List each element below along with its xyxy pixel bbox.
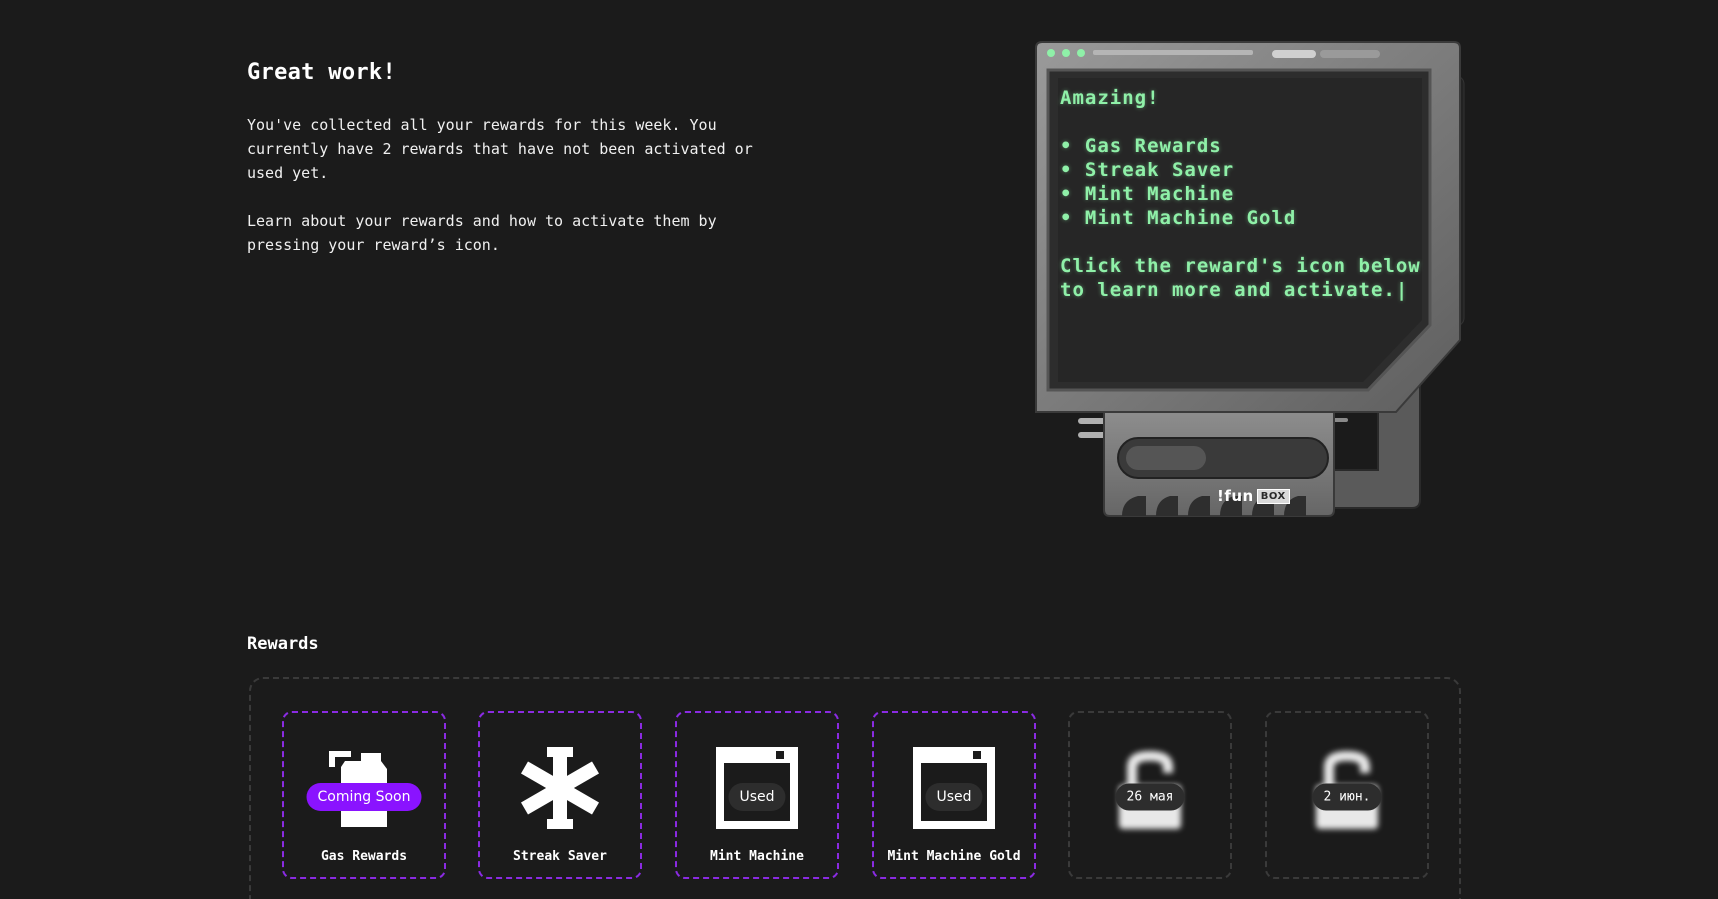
snowflake-icon (520, 747, 600, 829)
intro-paragraph-2: Learn about your rewards and how to acti… (247, 212, 717, 254)
screen-list-item: Mint Machine (1060, 182, 1430, 206)
page-title: Great work! (247, 60, 396, 85)
reward-card-mint-machine[interactable]: Used Mint Machine (675, 711, 839, 879)
used-badge: Used (925, 783, 983, 811)
screen-list-item: Streak Saver (1060, 158, 1430, 182)
intro-paragraph-1: You've collected all your rewards for th… (247, 116, 753, 182)
funbox-device: Amazing! Gas Rewards Streak Saver Mint M… (1018, 40, 1488, 570)
coming-soon-badge: Coming Soon (306, 783, 422, 811)
screen-spacer (1060, 110, 1430, 134)
screen-list-item: Mint Machine Gold (1060, 206, 1430, 230)
reward-card-label: Mint Machine (710, 849, 804, 864)
reward-card-gas-rewards[interactable]: Coming Soon Gas Rewards (282, 711, 446, 879)
screen-reward-list: Gas Rewards Streak Saver Mint Machine Mi… (1060, 134, 1430, 230)
funbox-logo: !fun BOX (1217, 487, 1290, 505)
reward-card-label: Mint Machine Gold (887, 849, 1021, 864)
unlock-date-badge: 26 мая (1115, 783, 1185, 811)
screen-spacer (1060, 230, 1430, 254)
screen-cta-text: Click the reward's icon below to learn m… (1060, 255, 1421, 301)
logo-box-text: BOX (1256, 488, 1290, 504)
screen-heading: Amazing! (1060, 87, 1160, 109)
intro-section: Great work! You've collected all your re… (247, 60, 767, 281)
logo-text: !fun (1217, 487, 1254, 505)
reward-card-locked[interactable]: 2 июн. (1265, 711, 1429, 879)
text-cursor-icon: | (1395, 279, 1409, 301)
used-badge: Used (728, 783, 786, 811)
reward-card-mint-machine-gold[interactable]: Used Mint Machine Gold (872, 711, 1036, 879)
screen-cta: Click the reward's icon below to learn m… (1060, 254, 1430, 302)
reward-card-label: Gas Rewards (320, 849, 408, 864)
rewards-heading: Rewards (247, 634, 319, 654)
device-screen: Amazing! Gas Rewards Streak Saver Mint M… (1060, 86, 1430, 302)
reward-card-streak-saver[interactable]: Streak Saver (478, 711, 642, 879)
reward-card-locked[interactable]: 26 мая (1068, 711, 1232, 879)
screen-list-item: Gas Rewards (1060, 134, 1430, 158)
unlock-date-badge: 2 июн. (1312, 783, 1382, 811)
rewards-page: Great work! You've collected all your re… (0, 0, 1718, 899)
reward-card-label: Streak Saver (513, 849, 607, 864)
